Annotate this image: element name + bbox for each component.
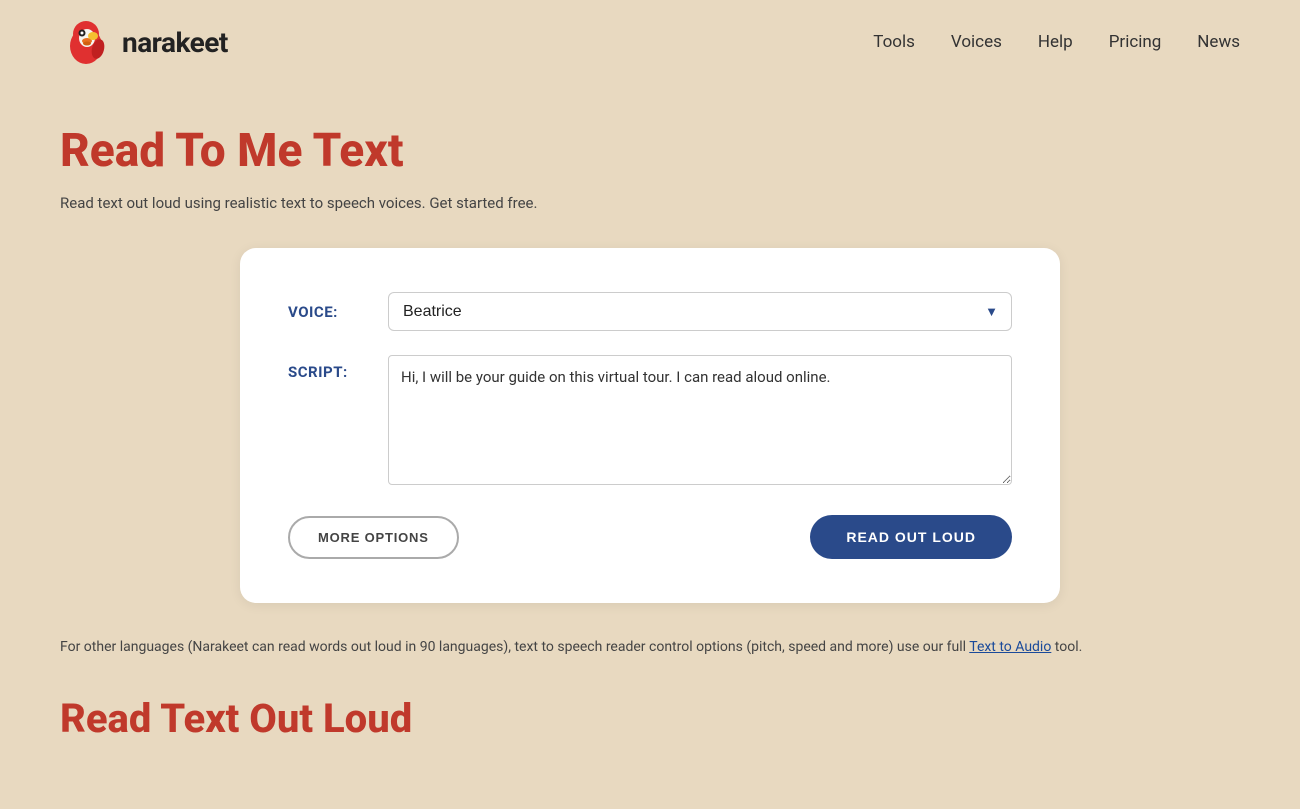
footer-text: For other languages (Narakeet can read w… [60,639,1160,655]
logo-icon [60,16,112,68]
text-to-audio-link[interactable]: Text to Audio [969,639,1051,655]
script-textarea[interactable]: Hi, I will be your guide on this virtual… [388,355,1012,485]
voice-select-wrapper: Beatrice Alice Bob ▼ [388,292,1012,331]
section2-title: Read Text Out Loud [60,695,1240,742]
logo[interactable]: narakeet [60,16,228,68]
nav-tools[interactable]: Tools [873,32,915,52]
main-nav: Tools Voices Help Pricing News [873,32,1240,52]
logo-text: narakeet [122,26,228,59]
page-subtitle: Read text out loud using realistic text … [60,194,1240,212]
voice-row: VOICE: Beatrice Alice Bob ▼ [288,292,1012,331]
script-row: SCRIPT: Hi, I will be your guide on this… [288,355,1012,485]
nav-voices[interactable]: Voices [951,32,1002,52]
nav-news[interactable]: News [1197,32,1240,52]
nav-pricing[interactable]: Pricing [1109,32,1162,52]
tts-card: VOICE: Beatrice Alice Bob ▼ SCRIPT: Hi, … [240,248,1060,603]
more-options-button[interactable]: MORE OPTIONS [288,516,459,559]
footer-text-after: tool. [1051,639,1082,655]
script-label: SCRIPT: [288,355,388,381]
footer-text-before: For other languages (Narakeet can read w… [60,639,969,655]
read-out-loud-button[interactable]: READ OUT LOUD [810,515,1012,559]
nav-help[interactable]: Help [1038,32,1073,52]
site-header: narakeet Tools Voices Help Pricing News [0,0,1300,84]
main-content: Read To Me Text Read text out loud using… [0,84,1300,782]
button-row: MORE OPTIONS READ OUT LOUD [288,515,1012,559]
page-title: Read To Me Text [60,124,1240,178]
voice-label: VOICE: [288,303,388,321]
voice-select[interactable]: Beatrice Alice Bob [388,292,1012,331]
